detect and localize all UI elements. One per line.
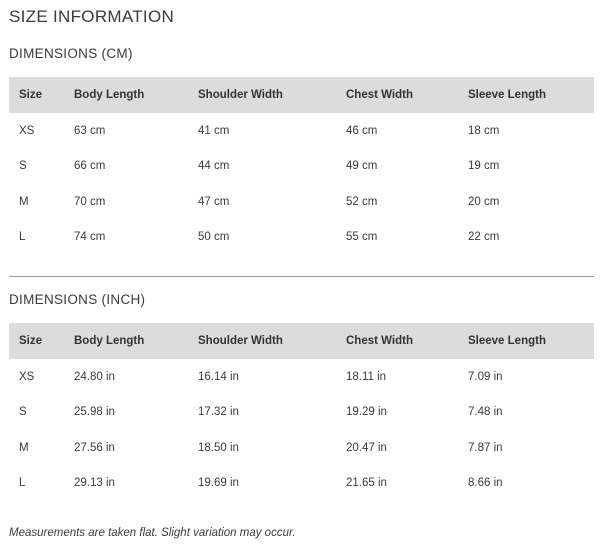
cell-chest-width: 55 cm xyxy=(346,231,378,244)
table-row: L 29.13 in 19.69 in 21.65 in 8.66 in xyxy=(9,466,594,502)
column-header-shoulder-width: Shoulder Width xyxy=(198,335,283,347)
measurement-note: Measurements are taken flat. Slight vari… xyxy=(9,527,296,539)
cell-sleeve-length: 7.09 in xyxy=(468,370,503,383)
cell-size: M xyxy=(19,195,29,208)
cell-sleeve-length: 7.48 in xyxy=(468,406,503,419)
cell-shoulder-width: 18.50 in xyxy=(198,441,239,454)
section-heading-inch: DIMENSIONS (INCH) xyxy=(9,292,146,307)
cell-chest-width: 18.11 in xyxy=(346,370,387,383)
cell-chest-width: 20.47 in xyxy=(346,441,387,454)
table-row: XS 63 cm 41 cm 46 cm 18 cm xyxy=(9,113,594,149)
column-header-sleeve-length: Sleeve Length xyxy=(468,335,546,347)
cell-chest-width: 52 cm xyxy=(346,195,378,208)
cell-shoulder-width: 44 cm xyxy=(198,160,230,173)
cell-size: M xyxy=(19,441,29,454)
column-header-body-length: Body Length xyxy=(74,89,145,101)
cell-chest-width: 49 cm xyxy=(346,160,378,173)
cell-size: S xyxy=(19,160,27,173)
cell-shoulder-width: 17.32 in xyxy=(198,406,239,419)
table-row: M 70 cm 47 cm 52 cm 20 cm xyxy=(9,184,594,220)
section-divider xyxy=(9,276,594,277)
table-row: M 27.56 in 18.50 in 20.47 in 7.87 in xyxy=(9,430,594,466)
cell-chest-width: 19.29 in xyxy=(346,406,387,419)
cell-body-length: 63 cm xyxy=(74,124,106,137)
cell-shoulder-width: 47 cm xyxy=(198,195,230,208)
cell-body-length: 70 cm xyxy=(74,195,106,208)
cell-body-length: 29.13 in xyxy=(74,477,115,490)
column-header-size: Size xyxy=(19,335,43,347)
column-header-chest-width: Chest Width xyxy=(346,89,413,101)
column-header-shoulder-width: Shoulder Width xyxy=(198,89,283,101)
table-header-row: Size Body Length Shoulder Width Chest Wi… xyxy=(9,323,594,359)
cell-sleeve-length: 18 cm xyxy=(468,124,500,137)
cell-size: L xyxy=(19,231,26,244)
cell-size: L xyxy=(19,477,26,490)
cell-body-length: 27.56 in xyxy=(74,441,115,454)
cell-chest-width: 46 cm xyxy=(346,124,378,137)
cell-shoulder-width: 50 cm xyxy=(198,231,230,244)
page-title: SIZE INFORMATION xyxy=(9,7,175,26)
cell-size: S xyxy=(19,406,27,419)
table-row: L 74 cm 50 cm 55 cm 22 cm xyxy=(9,220,594,256)
cell-sleeve-length: 22 cm xyxy=(468,231,500,244)
column-header-sleeve-length: Sleeve Length xyxy=(468,89,546,101)
cell-sleeve-length: 19 cm xyxy=(468,160,500,173)
column-header-size: Size xyxy=(19,89,43,101)
size-table-inch: Size Body Length Shoulder Width Chest Wi… xyxy=(9,323,594,501)
cell-shoulder-width: 41 cm xyxy=(198,124,230,137)
cell-body-length: 24.80 in xyxy=(74,370,115,383)
column-header-body-length: Body Length xyxy=(74,335,145,347)
cell-sleeve-length: 7.87 in xyxy=(468,441,503,454)
table-row: XS 24.80 in 16.14 in 18.11 in 7.09 in xyxy=(9,359,594,395)
cell-shoulder-width: 19.69 in xyxy=(198,477,239,490)
cell-sleeve-length: 8.66 in xyxy=(468,477,503,490)
cell-body-length: 66 cm xyxy=(74,160,106,173)
cell-body-length: 74 cm xyxy=(74,231,106,244)
section-heading-cm: DIMENSIONS (CM) xyxy=(9,46,133,61)
cell-size: XS xyxy=(19,124,35,137)
table-row: S 66 cm 44 cm 49 cm 19 cm xyxy=(9,149,594,185)
table-row: S 25.98 in 17.32 in 19.29 in 7.48 in xyxy=(9,395,594,431)
size-table-cm: Size Body Length Shoulder Width Chest Wi… xyxy=(9,77,594,255)
cell-shoulder-width: 16.14 in xyxy=(198,370,239,383)
cell-body-length: 25.98 in xyxy=(74,406,115,419)
table-header-row: Size Body Length Shoulder Width Chest Wi… xyxy=(9,77,594,113)
cell-sleeve-length: 20 cm xyxy=(468,195,500,208)
column-header-chest-width: Chest Width xyxy=(346,335,413,347)
cell-chest-width: 21.65 in xyxy=(346,477,387,490)
cell-size: XS xyxy=(19,370,35,383)
